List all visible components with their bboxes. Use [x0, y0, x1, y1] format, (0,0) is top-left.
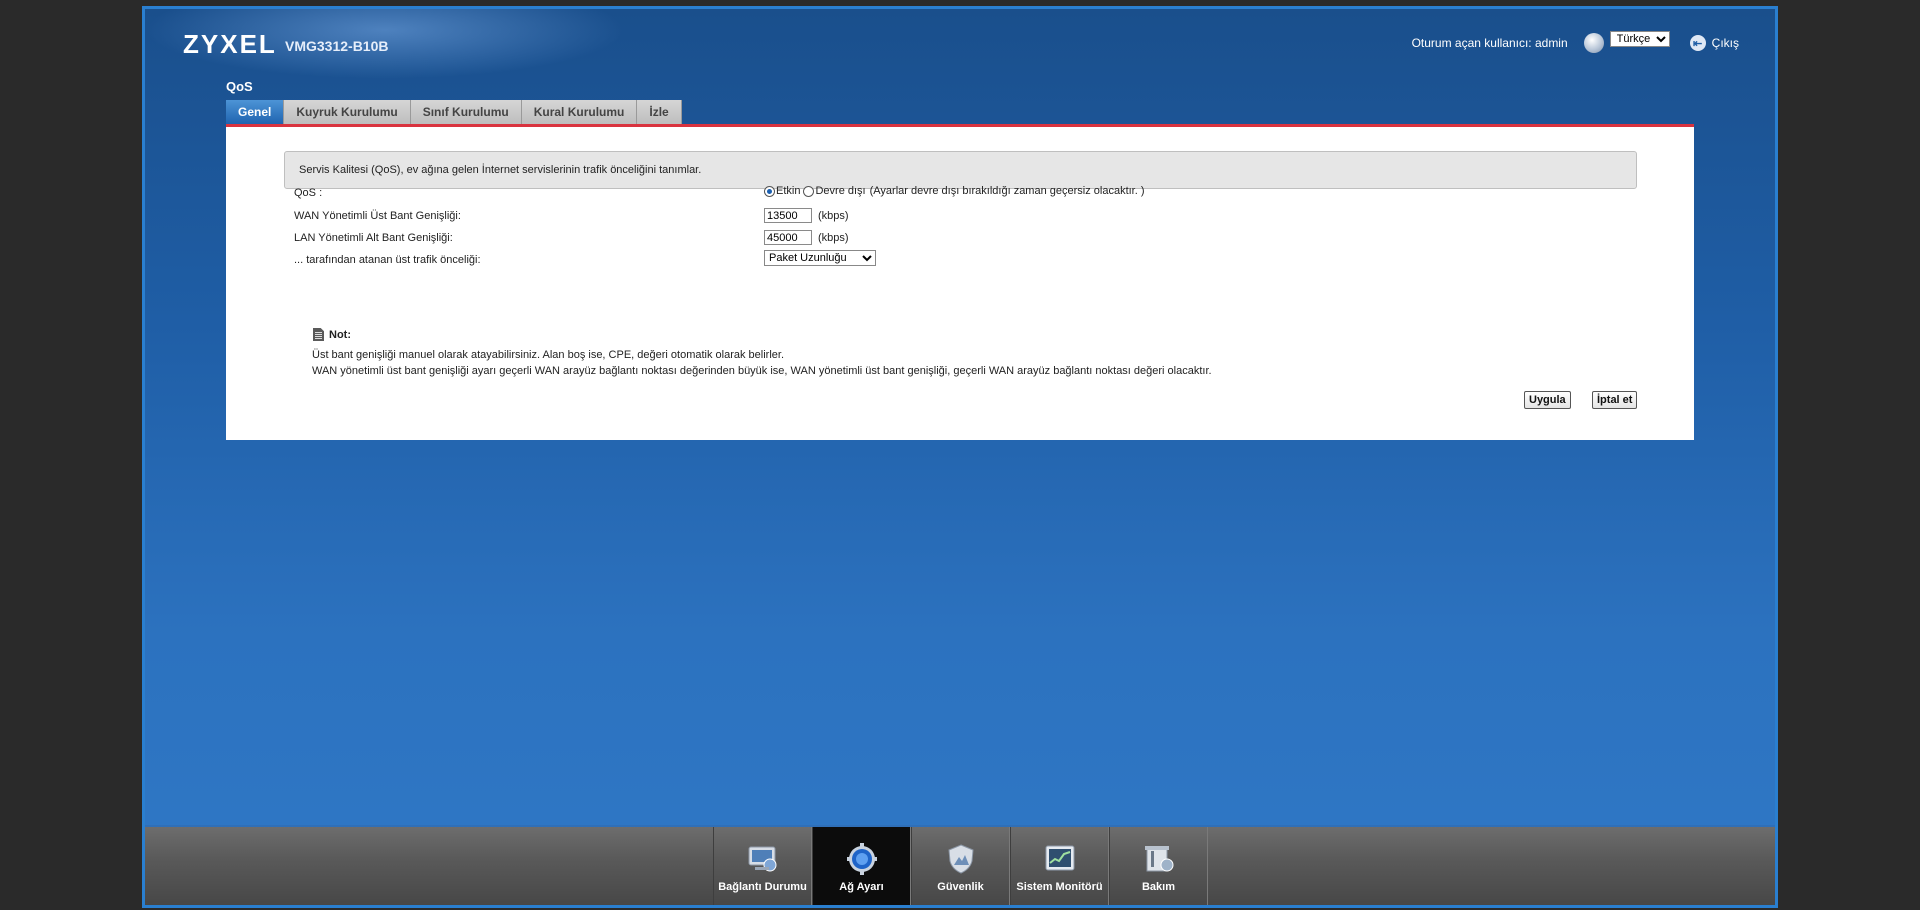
tab-monitor[interactable]: İzle: [637, 100, 682, 124]
wan-unit: (kbps): [818, 209, 849, 222]
wan-bandwidth-input[interactable]: [764, 208, 812, 223]
tab-general[interactable]: Genel: [226, 100, 285, 124]
priority-select[interactable]: Paket Uzunluğu: [764, 250, 876, 266]
bottom-navigation-bar: Bağlantı Durumu Ağ Ayarı Güvenlik Sistem…: [145, 825, 1775, 905]
content-panel: Servis Kalitesi (QoS), ev ağına gelen İn…: [226, 124, 1694, 440]
priority-label: ... tarafından atanan üst trafik önceliğ…: [294, 254, 481, 266]
logout-icon[interactable]: ⇤: [1689, 35, 1706, 51]
bottom-nav: Bağlantı Durumu Ağ Ayarı Güvenlik Sistem…: [713, 827, 1208, 905]
nav-maintenance[interactable]: Bakım: [1109, 827, 1208, 905]
security-shield-icon: [947, 844, 974, 874]
cancel-button[interactable]: İptal et: [1592, 391, 1638, 409]
network-settings-gear-icon: [846, 843, 877, 875]
note-line-1: Üst bant genişliği manuel olarak atayabi…: [312, 349, 785, 361]
description-box: Servis Kalitesi (QoS), ev ağına gelen İn…: [284, 151, 1637, 189]
qos-enabled-radio[interactable]: [764, 185, 775, 197]
wan-bandwidth-label: WAN Yönetimli Üst Bant Genişliği:: [294, 210, 461, 222]
user-avatar-icon: [1583, 33, 1604, 53]
tab-queue-setup[interactable]: Kuyruk Kurulumu: [284, 100, 411, 124]
nav-connection-status-label: Bağlantı Durumu: [718, 881, 807, 893]
tab-bar: Genel Kuyruk Kurulumu Sınıf Kurulumu Kur…: [226, 100, 682, 124]
nav-network-settings-label: Ağ Ayarı: [839, 881, 884, 893]
tab-rule-setup[interactable]: Kural Kurulumu: [521, 100, 638, 124]
logout-link[interactable]: Çıkış: [1712, 36, 1739, 50]
priority-row: Paket Uzunluğu: [764, 250, 876, 266]
note-line-2: WAN yönetimli üst bant genişliği ayarı g…: [312, 365, 1212, 377]
nav-network-settings[interactable]: Ağ Ayarı: [812, 827, 911, 905]
lan-bandwidth-label: LAN Yönetimli Alt Bant Genişliği:: [294, 232, 453, 244]
router-admin-window: ZYXEL VMG3312-B10B Oturum açan kullanıcı…: [142, 6, 1778, 908]
logged-in-user-label: Oturum açan kullanıcı: admin: [1411, 36, 1568, 50]
language-select[interactable]: Türkçe: [1609, 31, 1670, 47]
note-heading: Not:: [313, 328, 351, 341]
qos-label: QoS :: [294, 187, 323, 199]
user-area: Oturum açan kullanıcı: admin Türkçe ⇤ Çı…: [1411, 31, 1739, 53]
nav-system-monitor[interactable]: Sistem Monitörü: [1010, 827, 1109, 905]
system-monitor-icon: [1045, 845, 1074, 871]
connection-status-icon: [748, 846, 776, 872]
device-model: VMG3312-B10B: [285, 38, 389, 54]
lan-bandwidth-row: (kbps): [764, 230, 849, 245]
qos-disabled-label: Devre dışı: [815, 185, 866, 197]
qos-enabled-label: Etkin: [776, 185, 801, 197]
nav-maintenance-label: Bakım: [1141, 881, 1176, 893]
page-title: QoS: [226, 79, 253, 94]
nav-security-label: Güvenlik: [937, 881, 984, 893]
nav-system-monitor-label: Sistem Monitörü: [1016, 881, 1103, 893]
tab-class-setup[interactable]: Sınıf Kurulumu: [410, 100, 522, 124]
qos-disabled-radio[interactable]: [803, 185, 815, 197]
lan-unit: (kbps): [818, 231, 849, 244]
note-title: Not:: [329, 328, 351, 341]
lan-bandwidth-input[interactable]: [764, 230, 812, 245]
qos-disable-note: (Ayarlar devre dışı bırakıldığı zaman ge…: [869, 185, 1145, 197]
wan-bandwidth-row: (kbps): [764, 208, 849, 223]
zyxel-logo: ZYXEL: [183, 29, 277, 59]
maintenance-icon: [1144, 846, 1173, 872]
qos-radio-group: Etkin Devre dışı (Ayarlar devre dışı bır…: [764, 185, 1145, 197]
note-document-icon: [313, 328, 324, 341]
apply-button[interactable]: Uygula: [1524, 391, 1571, 409]
nav-security[interactable]: Güvenlik: [911, 827, 1010, 905]
nav-connection-status[interactable]: Bağlantı Durumu: [713, 827, 812, 905]
